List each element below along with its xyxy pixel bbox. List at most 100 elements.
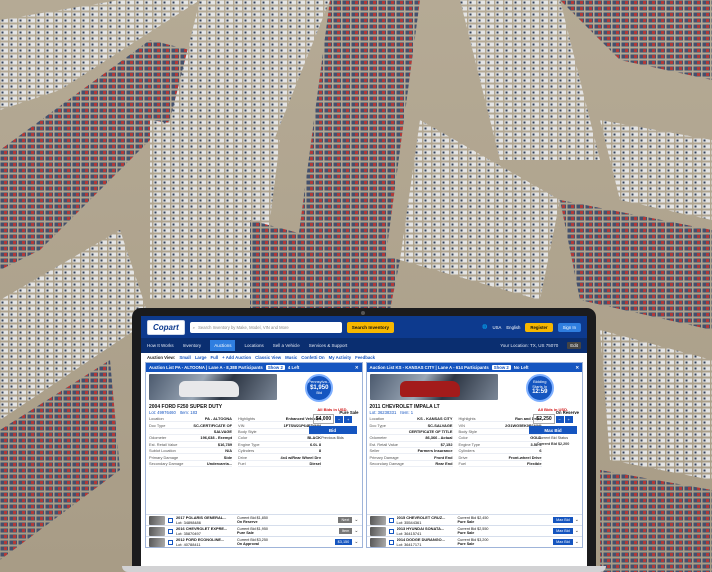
item-actions: Max Bid ⌄ <box>553 528 579 534</box>
classic-view-link[interactable]: Classic View <box>255 355 281 360</box>
show-count-badge[interactable]: Show 2 <box>491 365 511 370</box>
max-bid-button[interactable]: Max Bid <box>529 426 577 434</box>
item-actions: Max Bid ⌄ <box>553 539 579 545</box>
register-button[interactable]: Register <box>525 322 553 332</box>
panel-title-bar: Auction List PA - ALTOONA | Lane A - 8,3… <box>146 363 362 372</box>
nav-how-it-works[interactable]: How It Works <box>147 343 174 348</box>
plus-icon[interactable]: + <box>564 415 573 423</box>
vehicle-photo[interactable] <box>369 374 498 400</box>
panel-title-bar: Auction List KS - KANSAS CITY | Lane A -… <box>366 363 582 372</box>
music-toggle[interactable]: Music <box>285 355 297 360</box>
checkbox[interactable] <box>168 528 173 534</box>
item-bid: Current Bid $1,850 On Reserve <box>237 516 268 524</box>
nav-inventory[interactable]: Inventory <box>183 343 202 348</box>
panel-title: Auction List KS - KANSAS CITY | Lane A -… <box>369 365 489 370</box>
view-full[interactable]: Full <box>211 355 219 360</box>
minus-icon[interactable]: − <box>335 415 344 423</box>
item-bid: Current Bid $3,200 Pure Sale <box>457 538 489 546</box>
nav-services-support[interactable]: Services & Support <box>309 343 348 348</box>
list-action-button[interactable]: $3,150 <box>334 539 353 545</box>
my-activity-link[interactable]: My Activity <box>329 355 352 360</box>
chevron-down-icon[interactable]: ⌄ <box>354 528 358 534</box>
language-selector[interactable]: English <box>506 325 520 330</box>
item-bid: Current Bid $2,550 Pure Sale <box>457 527 489 535</box>
panel-body: Pennsylva... $1,950 Bid <box>146 372 362 404</box>
item-text: 2016 CHEVROLET EXPRE... Lot: 35870497 <box>176 526 228 536</box>
search-input[interactable]: ⌕ Search Inventory by Make, Model, VIN a… <box>189 321 342 333</box>
add-auction-link[interactable]: + Add Auction <box>222 355 251 360</box>
view-large[interactable]: Large <box>195 355 207 360</box>
list-action-button[interactable]: Next <box>338 517 353 523</box>
bid-amount-field[interactable]: $2,250 <box>533 414 555 424</box>
list-item[interactable]: 2012 FORD ECONOLINE... Lot: 40788411 Cur… <box>146 536 362 547</box>
feedback-link[interactable]: Feedback <box>355 355 375 360</box>
vehicle-shape <box>179 381 239 397</box>
confetti-toggle[interactable]: Confetti On <box>301 355 324 360</box>
item-number: Item: 1 <box>400 410 414 415</box>
list-action-button[interactable]: Max Bid <box>553 517 573 523</box>
list-item[interactable]: 2017 POLARIS GENERAL... Lot: 34898486 Cu… <box>146 514 362 525</box>
vehicle-photo[interactable] <box>149 374 277 400</box>
list-item[interactable]: 2015 CHEVROLET CRUZ... Lot: 35544361 Cur… <box>366 514 582 525</box>
laptop-frame: Copart ⌕ Search Inventory by Make, Model… <box>132 308 596 572</box>
checkbox[interactable] <box>388 528 394 534</box>
country-selector[interactable]: USA <box>492 325 501 330</box>
bid-controls: All Bids in USD. $4,000 − + Bid Previous… <box>307 407 359 440</box>
countdown-label: Bidding Starts In <box>532 379 548 389</box>
checkbox[interactable] <box>168 517 173 523</box>
list-item[interactable]: 2016 CHEVROLET EXPRE... Lot: 35870497 Cu… <box>146 525 362 536</box>
lot-number[interactable]: Lot: 49976460 <box>149 410 176 415</box>
search-inventory-button[interactable]: Search Inventory <box>346 321 395 333</box>
header-right: 🌐 USA English Register Sign In <box>482 322 581 332</box>
minus-icon[interactable]: − <box>555 415 564 423</box>
auction-view-label: Auction View: <box>147 355 176 360</box>
nav-sell-vehicle[interactable]: Sell a Vehicle <box>273 343 300 348</box>
auction-panel-right: Auction List KS - KANSAS CITY | Lane A -… <box>365 362 583 548</box>
edit-location-button[interactable]: Edit <box>567 342 581 349</box>
list-item[interactable]: 2014 DODGE DURANGO... Lot: 36417171 Curr… <box>366 536 582 547</box>
view-small[interactable]: Small <box>179 355 190 360</box>
auction-view-bar: Auction View: Small Large Full + Add Auc… <box>141 353 587 362</box>
panel-title: Auction List PA - ALTOONA | Lane A - 8,3… <box>149 365 263 370</box>
plus-icon[interactable]: + <box>344 415 353 423</box>
bid-status-note: Current Bid Status <box>537 436 569 440</box>
close-icon[interactable]: ✕ <box>355 365 359 371</box>
auction-panels: Auction List PA - ALTOONA | Lane A - 8,3… <box>141 362 587 548</box>
bid-amount-field[interactable]: $4,000 <box>312 414 335 424</box>
sign-in-button[interactable]: Sign In <box>557 322 581 332</box>
lot-number[interactable]: Lot: 36238331 <box>370 410 397 415</box>
search-icon: ⌕ <box>192 324 196 330</box>
site-header: Copart ⌕ Search Inventory by Make, Model… <box>141 316 587 338</box>
list-action-button[interactable]: Max Bid <box>553 528 573 534</box>
thumbnail <box>369 526 386 536</box>
close-icon[interactable]: ✕ <box>575 365 579 371</box>
item-text: 2014 DODGE DURANGO... Lot: 36417171 <box>396 537 445 547</box>
chevron-down-icon[interactable]: ⌄ <box>354 539 358 545</box>
nav-auctions[interactable]: Auctions <box>210 340 236 351</box>
item-bid: Current Bid $1,950 Pure Sale <box>237 527 268 535</box>
item-actions: $3,150 ⌄ <box>334 539 359 545</box>
list-action-button[interactable]: Item <box>338 528 353 534</box>
checkbox[interactable] <box>168 539 173 545</box>
checkbox[interactable] <box>388 517 394 523</box>
copart-logo[interactable]: Copart <box>147 319 185 335</box>
location-text: Your Location: TX, US 75070 <box>500 343 559 348</box>
chevron-down-icon[interactable]: ⌄ <box>575 539 579 545</box>
upcoming-list: 2015 CHEVROLET CRUZ... Lot: 35544361 Cur… <box>366 514 582 547</box>
chevron-down-icon[interactable]: ⌄ <box>575 528 579 534</box>
bid-circle-bottom: Bid <box>316 390 323 396</box>
nav-locations[interactable]: Locations <box>244 343 263 348</box>
bids-note: All Bids in USD. <box>537 407 569 412</box>
chevron-down-icon[interactable]: ⌄ <box>354 517 358 523</box>
bid-button[interactable]: Bid <box>308 426 357 434</box>
vehicle-details: Location KS - KANSAS CITY Highlights Run a… <box>367 415 545 468</box>
thumbnail <box>369 515 386 525</box>
chevron-down-icon[interactable]: ⌄ <box>575 517 579 523</box>
bid-amount-stepper: $4,000 − + <box>312 414 353 424</box>
checkbox[interactable] <box>388 539 394 545</box>
list-action-button[interactable]: Max Bid <box>553 539 573 545</box>
list-item[interactable]: 2013 HYUNDAI SONATA... Lot: 36415741 Cur… <box>366 525 582 536</box>
item-text: 2012 FORD ECONOLINE... Lot: 40788411 <box>176 537 225 547</box>
show-count-badge[interactable]: Show 2 <box>265 365 285 370</box>
item-text: 2013 HYUNDAI SONATA... Lot: 36415741 <box>396 526 445 536</box>
